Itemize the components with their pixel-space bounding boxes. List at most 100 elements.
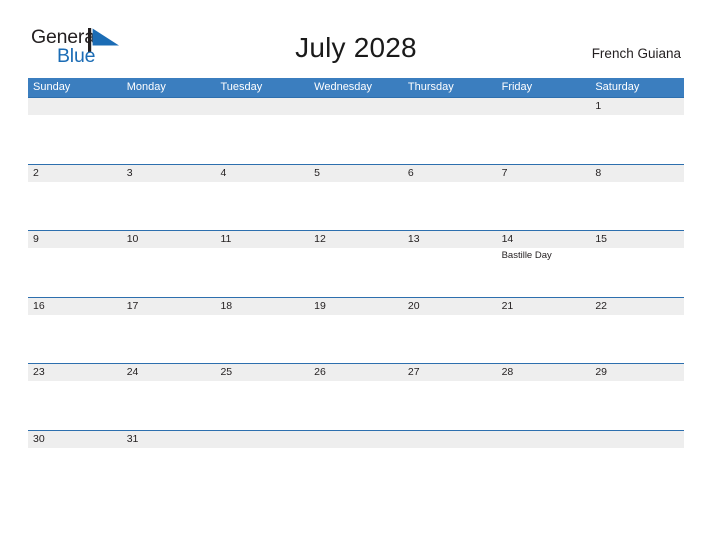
day-number: 28 (501, 366, 514, 378)
day-number: 26 (314, 366, 326, 378)
day-number: 25 (220, 366, 233, 378)
day-number (502, 431, 591, 448)
day-number (220, 431, 309, 448)
day-cell[interactable] (497, 431, 591, 497)
day-number: 29 (595, 366, 607, 378)
day-cell[interactable]: 2 (28, 165, 122, 231)
day-cell[interactable]: 6 (403, 165, 497, 231)
calendar-grid: Sunday Monday Tuesday Wednesday Thursday… (28, 78, 684, 496)
day-cell[interactable]: 4 (215, 165, 309, 231)
calendar-week-row: 9 10 11 12 13 14 Bastille Day 15 (28, 230, 684, 297)
day-number: 1 (595, 100, 602, 112)
calendar-week-row: 16 17 18 19 20 21 22 (28, 296, 684, 364)
day-cell[interactable]: 27 (403, 364, 497, 430)
day-cell[interactable] (590, 431, 684, 497)
day-number: 22 (595, 299, 607, 312)
day-number: 15 (595, 233, 607, 245)
day-cell[interactable] (497, 98, 591, 164)
day-number (408, 98, 497, 115)
calendar-week-row: 30 31 (28, 429, 684, 497)
day-number: 5 (314, 166, 320, 179)
day-cell[interactable]: 29 (590, 364, 684, 430)
day-cell[interactable]: 5 (309, 165, 403, 231)
day-number: 24 (126, 366, 139, 378)
day-number: 13 (407, 233, 420, 245)
day-cell[interactable]: 8 (590, 165, 684, 231)
day-cell[interactable]: 31 (122, 431, 216, 497)
day-number: 9 (33, 233, 39, 245)
day-cell[interactable]: 24 (122, 364, 216, 430)
day-number: 27 (407, 366, 420, 378)
day-number: 30 (33, 432, 45, 445)
day-cell[interactable]: 20 (403, 298, 497, 364)
day-cell[interactable]: 13 (403, 231, 497, 297)
day-cell[interactable]: 30 (28, 431, 122, 497)
day-cell[interactable]: 16 (28, 298, 122, 364)
day-number (314, 431, 403, 448)
weekday-header-friday: Friday (501, 81, 533, 93)
day-cell[interactable]: 1 (590, 98, 684, 164)
day-number: 12 (314, 233, 326, 245)
day-cell[interactable]: 7 (497, 165, 591, 231)
day-number: 19 (314, 299, 326, 312)
day-cell[interactable]: 28 (497, 364, 591, 430)
day-number: 3 (126, 166, 133, 179)
day-number: 2 (33, 166, 39, 179)
page-header: General Blue July 2028 French Guiana (0, 0, 712, 65)
day-cell[interactable] (403, 431, 497, 497)
day-number (127, 98, 216, 115)
day-cell[interactable]: 9 (28, 231, 122, 297)
day-cell[interactable]: 19 (309, 298, 403, 364)
day-cell[interactable]: 3 (122, 165, 216, 231)
day-number: 17 (126, 299, 139, 312)
day-number: 6 (407, 166, 414, 179)
weekday-header-saturday: Saturday (595, 81, 640, 93)
day-cell[interactable]: 22 (590, 298, 684, 364)
day-cell[interactable]: 11 (215, 231, 309, 297)
calendar-week-row: 2 3 4 5 6 7 8 (28, 163, 684, 231)
calendar-week-row: 23 24 25 26 27 28 29 (28, 363, 684, 430)
weekday-header-sunday: Sunday (33, 81, 71, 93)
day-number (33, 98, 122, 115)
weekday-header-row: Sunday Monday Tuesday Wednesday Thursday… (28, 78, 684, 97)
day-number (314, 98, 403, 115)
day-number: 8 (595, 166, 602, 179)
day-cell[interactable]: 21 (497, 298, 591, 364)
day-cell[interactable] (122, 98, 216, 164)
day-number: 4 (220, 166, 227, 179)
day-number: 11 (220, 233, 232, 245)
day-number: 7 (501, 166, 508, 179)
day-cell[interactable]: 23 (28, 364, 122, 430)
day-cell[interactable]: 12 (309, 231, 403, 297)
day-cell[interactable] (403, 98, 497, 164)
day-number (220, 98, 309, 115)
day-cell[interactable]: 17 (122, 298, 216, 364)
day-number (502, 98, 591, 115)
weekday-header-monday: Monday (126, 81, 166, 93)
day-cell[interactable]: 26 (309, 364, 403, 430)
day-number (408, 431, 497, 448)
day-cell[interactable] (309, 98, 403, 164)
locale-label: French Guiana (591, 46, 681, 61)
day-cell[interactable] (215, 98, 309, 164)
day-cell[interactable]: 15 (590, 231, 684, 297)
day-number: 31 (126, 432, 139, 445)
weekday-header-thursday: Thursday (407, 81, 454, 93)
day-cell[interactable]: 18 (215, 298, 309, 364)
day-cell[interactable] (215, 431, 309, 497)
day-number: 16 (33, 299, 45, 312)
day-number: 21 (501, 299, 514, 312)
day-number: 23 (33, 366, 45, 378)
day-cell[interactable]: 10 (122, 231, 216, 297)
day-number (595, 431, 684, 448)
day-cell-holiday[interactable]: 14 Bastille Day (497, 231, 591, 297)
day-number: 18 (220, 299, 233, 312)
weekday-header-tuesday: Tuesday (220, 81, 263, 93)
day-cell[interactable] (28, 98, 122, 164)
weekday-header-wednesday: Wednesday (314, 81, 373, 93)
day-number: 14 (501, 233, 514, 245)
day-cell[interactable] (309, 431, 403, 497)
day-cell[interactable]: 25 (215, 364, 309, 430)
calendar-week-row: 1 (28, 97, 684, 164)
day-number: 20 (407, 299, 420, 312)
